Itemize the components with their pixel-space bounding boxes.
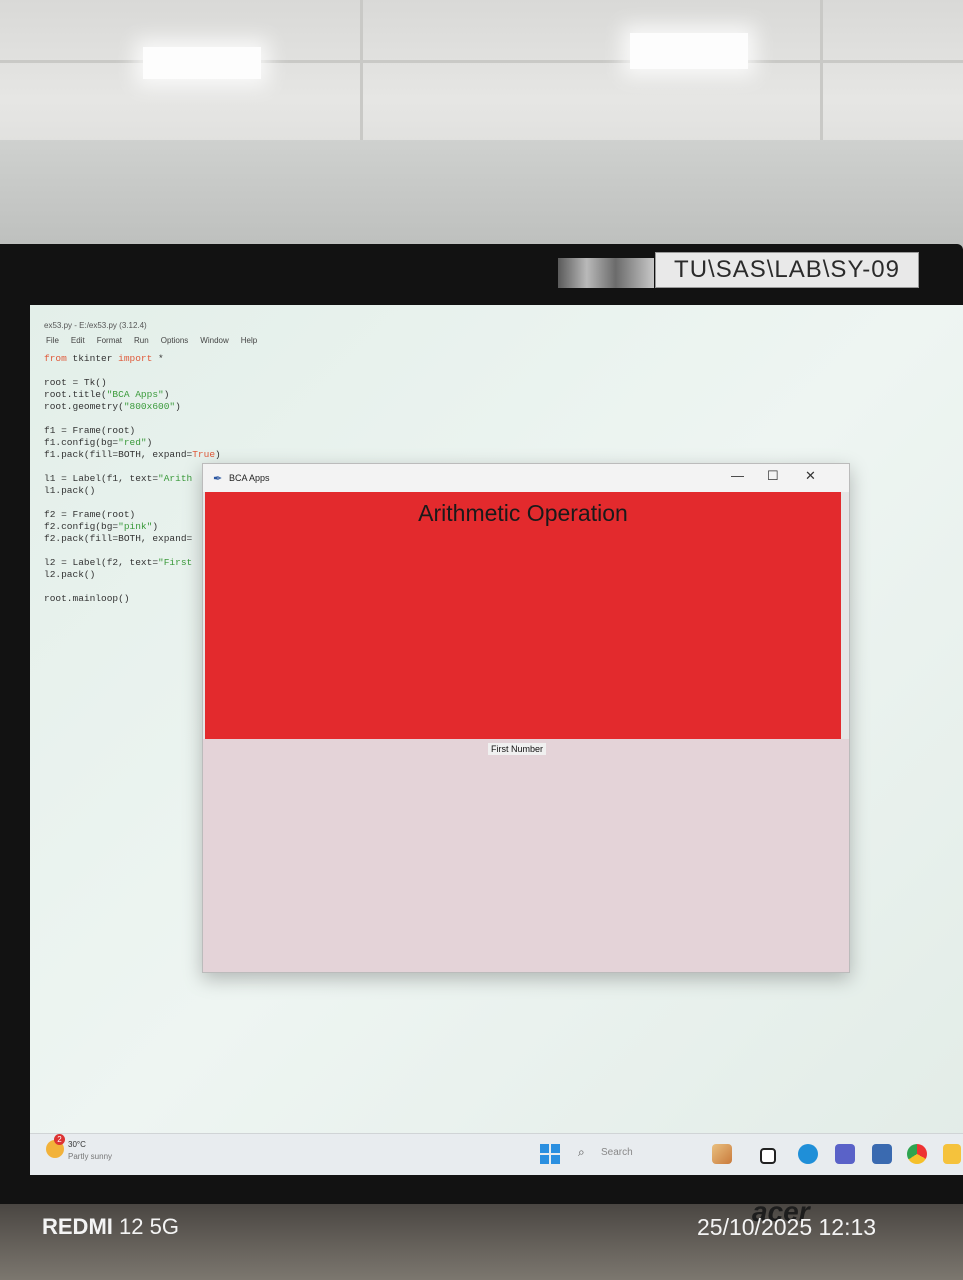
edge-icon[interactable] [798,1144,818,1164]
code-line: f2.pack(fill=BOTH, expand= [44,533,193,544]
code-line: l1.pack() [44,485,96,496]
code-line: f2.config(bg="pink") [44,521,159,532]
menu-window[interactable]: Window [200,336,228,345]
first-number-label: First Number [488,743,547,755]
heading-label: Arithmetic Operation [418,500,628,526]
wall [0,140,963,250]
label-sticker: TU\SAS\LAB\SY-09 [655,252,919,288]
torn-sticker [558,258,654,288]
temperature[interactable]: 30°C [68,1140,86,1149]
tk-titlebar[interactable]: ✒ BCA Apps — ☐ ✕ [203,464,849,492]
code-line: root.geometry("800x600") [44,401,181,412]
idle-window-title: ex53.py - E:/ex53.py (3.12.4) [44,321,147,330]
maximize-button[interactable]: ☐ [767,468,779,484]
screen: ex53.py - E:/ex53.py (3.12.4) File Edit … [30,305,963,1175]
taskbar-search[interactable]: Search [601,1147,633,1158]
menu-edit[interactable]: Edit [71,336,85,345]
ceiling-light [630,33,748,69]
weather-description[interactable]: Partly sunny [68,1152,112,1161]
ceiling-light [143,47,261,79]
code-line: f1 = Frame(root) [44,425,136,436]
code-line: l1 = Label(f1, text="Arith [44,473,193,484]
device-model: 12 5G [112,1214,179,1239]
paint-icon[interactable] [712,1144,732,1164]
code-line: root.title("BCA Apps") [44,389,170,400]
taskbar: 2 30°C Partly sunny ⌕ Search [30,1133,963,1175]
window-icon[interactable] [760,1148,776,1164]
folder-icon[interactable] [943,1144,961,1164]
frame-pink: First Number [203,739,849,972]
code-line: root.mainloop() [44,593,130,604]
feather-icon: ✒ [213,473,223,485]
code-line: f2 = Frame(root) [44,509,136,520]
code-line: l2 = Label(f2, text="First [44,557,193,568]
code-line: l2.pack() [44,569,96,580]
minimize-button[interactable]: — [731,468,744,483]
ceiling-grid-line [360,0,363,140]
ceiling-grid-line [820,0,823,140]
windows-start-icon[interactable] [540,1144,560,1164]
menu-format[interactable]: Format [97,336,122,345]
tk-window-title: BCA Apps [229,473,270,483]
menu-file[interactable]: File [46,336,59,345]
search-icon[interactable]: ⌕ [578,1145,585,1160]
datetime-watermark: 25/10/2025 12:13 [697,1214,877,1240]
close-button[interactable]: ✕ [805,468,816,484]
frame-red: Arithmetic Operation [205,492,841,739]
menu-options[interactable]: Options [161,336,189,345]
device-watermark: REDMI 12 5G [42,1214,179,1240]
menu-run[interactable]: Run [134,336,149,345]
tk-window: ✒ BCA Apps — ☐ ✕ Arithmetic Operation Fi… [202,463,850,973]
idle-menubar: File Edit Format Run Options Window Help [46,336,257,345]
device-brand: REDMI [42,1214,113,1239]
code-editor[interactable]: from tkinter import * root = Tk() root.ti… [44,353,221,605]
code-line: from tkinter import * [44,353,164,364]
code-line: f1.pack(fill=BOTH, expand=True) [44,449,221,460]
chrome-icon[interactable] [907,1144,927,1164]
code-line: root = Tk() [44,377,107,388]
menu-help[interactable]: Help [241,336,257,345]
code-line: f1.config(bg="red") [44,437,153,448]
teams-icon[interactable] [835,1144,855,1164]
media-icon[interactable] [872,1144,892,1164]
notification-badge: 2 [54,1134,65,1145]
